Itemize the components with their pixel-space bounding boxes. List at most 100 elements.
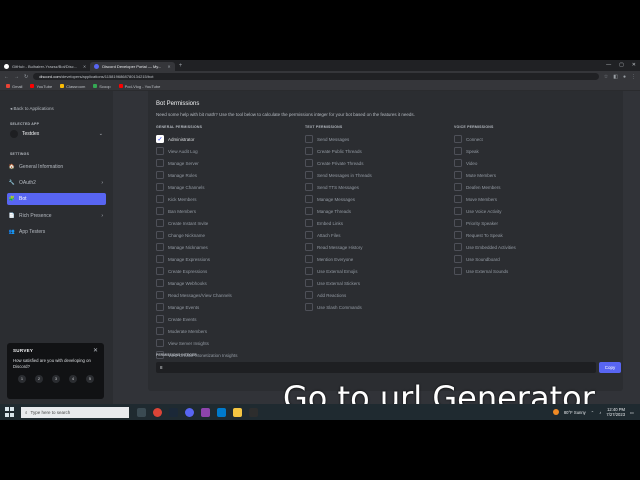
app-icon[interactable] bbox=[201, 407, 210, 417]
volume-icon[interactable]: ♪ bbox=[599, 410, 601, 415]
checkbox-icon[interactable] bbox=[305, 219, 313, 227]
permission-checkbox[interactable]: Mute Members bbox=[454, 169, 516, 181]
permissions-integer-field[interactable]: 8 bbox=[156, 362, 596, 373]
checkbox-icon[interactable] bbox=[454, 171, 462, 179]
steam-icon[interactable] bbox=[169, 407, 178, 417]
permission-checkbox[interactable]: Manage Channels bbox=[156, 181, 237, 193]
new-tab-icon[interactable]: + bbox=[179, 63, 183, 69]
permission-checkbox[interactable]: Mention Everyone bbox=[305, 253, 372, 265]
menu-icon[interactable]: ⋮ bbox=[631, 74, 636, 80]
extensions-icon[interactable]: ◧ bbox=[613, 74, 618, 80]
checkbox-icon[interactable] bbox=[156, 207, 164, 215]
permission-checkbox[interactable]: Deafen Members bbox=[454, 181, 516, 193]
checkbox-icon[interactable] bbox=[305, 231, 313, 239]
back-arrow-icon[interactable]: ← bbox=[4, 74, 9, 80]
browser-tab-github[interactable]: GitHub - Bulhalrer-Yrazsz/Bot/Disc... ✕ bbox=[0, 62, 90, 71]
permission-checkbox[interactable]: Create Public Threads bbox=[305, 145, 372, 157]
checkbox-icon[interactable] bbox=[454, 267, 462, 275]
checkbox-icon[interactable] bbox=[305, 135, 313, 143]
profile-icon[interactable]: ● bbox=[623, 74, 626, 80]
checkbox-icon[interactable] bbox=[156, 171, 164, 179]
checkbox-icon[interactable] bbox=[156, 339, 164, 347]
permission-checkbox[interactable]: Use Embedded Activities bbox=[454, 241, 516, 253]
permission-checkbox[interactable]: Use External Stickers bbox=[305, 277, 372, 289]
checkbox-icon[interactable] bbox=[156, 195, 164, 203]
close-icon[interactable]: ✕ bbox=[83, 64, 86, 69]
discord-icon[interactable] bbox=[185, 407, 194, 417]
sidebar-item-bot[interactable]: 🧩 Bot bbox=[7, 193, 106, 206]
sidebar-item-rich-presence[interactable]: 📄 Rich Presence › bbox=[7, 210, 106, 222]
sidebar-item-app-testers[interactable]: 👥 App Testers bbox=[7, 226, 106, 238]
survey-option[interactable]: 3 bbox=[52, 375, 60, 383]
permission-checkbox[interactable]: View Audit Log bbox=[156, 145, 237, 157]
checkbox-icon[interactable] bbox=[305, 255, 313, 263]
checkbox-icon[interactable] bbox=[156, 315, 164, 323]
permission-checkbox[interactable]: Priority Speaker bbox=[454, 217, 516, 229]
permission-checkbox[interactable]: Manage Expressions bbox=[156, 253, 237, 265]
checkbox-icon[interactable] bbox=[454, 219, 462, 227]
url-input[interactable]: discord.com /developers/applications/115… bbox=[33, 73, 599, 80]
checkbox-icon[interactable] bbox=[156, 159, 164, 167]
checkbox-icon[interactable] bbox=[305, 195, 313, 203]
permission-checkbox[interactable]: Move Members bbox=[454, 193, 516, 205]
checkbox-icon[interactable] bbox=[156, 147, 164, 155]
close-icon[interactable]: ✕ bbox=[167, 64, 170, 69]
permission-checkbox[interactable]: Manage Events bbox=[156, 301, 237, 313]
permission-checkbox[interactable]: Embed Links bbox=[305, 217, 372, 229]
survey-option[interactable]: 1 bbox=[18, 375, 26, 383]
close-icon[interactable]: ✕ bbox=[93, 347, 98, 354]
permission-checkbox[interactable]: Create Expressions bbox=[156, 265, 237, 277]
sidebar-item-general-information[interactable]: 🏠 General Information bbox=[7, 161, 106, 173]
checkbox-icon[interactable] bbox=[454, 195, 462, 203]
permission-checkbox[interactable]: Video bbox=[454, 157, 516, 169]
checkbox-icon[interactable] bbox=[305, 303, 313, 311]
checkbox-icon[interactable] bbox=[156, 219, 164, 227]
permission-checkbox[interactable]: Use Soundboard bbox=[454, 253, 516, 265]
permission-checkbox[interactable]: Read Message History bbox=[305, 241, 372, 253]
bookmark-gmail[interactable]: Gmail bbox=[6, 84, 22, 89]
permission-checkbox[interactable]: Manage Nicknames bbox=[156, 241, 237, 253]
permission-checkbox[interactable]: Use External Emojis bbox=[305, 265, 372, 277]
checkbox-icon[interactable] bbox=[454, 147, 462, 155]
permission-checkbox[interactable]: Ban Members bbox=[156, 205, 237, 217]
checkbox-icon[interactable] bbox=[156, 231, 164, 239]
clock[interactable]: 12:40 PM 7/27/2023 bbox=[606, 407, 625, 417]
permission-checkbox[interactable]: Moderate Members bbox=[156, 325, 237, 337]
checkbox-icon[interactable] bbox=[156, 267, 164, 275]
permission-checkbox[interactable]: Kick Members bbox=[156, 193, 237, 205]
permission-checkbox[interactable]: Manage Server bbox=[156, 157, 237, 169]
checkbox-icon[interactable] bbox=[156, 183, 164, 191]
permission-checkbox[interactable]: Manage Messages bbox=[305, 193, 372, 205]
checkbox-icon[interactable] bbox=[156, 303, 164, 311]
survey-option[interactable]: 2 bbox=[35, 375, 43, 383]
checkbox-icon[interactable] bbox=[305, 267, 313, 275]
notifications-icon[interactable]: ▭ bbox=[630, 410, 634, 415]
permission-checkbox[interactable]: Attach Files bbox=[305, 229, 372, 241]
permission-checkbox[interactable]: Use Slash Commands bbox=[305, 301, 372, 313]
sidebar-item-oauth2[interactable]: 🔧 OAuth2 › bbox=[7, 177, 106, 189]
taskbar-search-input[interactable]: ⌕ Type here to search bbox=[21, 406, 129, 418]
close-window-icon[interactable]: ✕ bbox=[632, 62, 636, 68]
checkbox-icon[interactable] bbox=[305, 291, 313, 299]
permission-checkbox[interactable]: Send TTS Messages bbox=[305, 181, 372, 193]
checkbox-icon[interactable]: ✓ bbox=[156, 135, 164, 143]
checkbox-icon[interactable] bbox=[454, 135, 462, 143]
permission-checkbox[interactable]: Create Events bbox=[156, 313, 237, 325]
permission-checkbox[interactable]: Send Messages in Threads bbox=[305, 169, 372, 181]
permission-checkbox[interactable]: Add Reactions bbox=[305, 289, 372, 301]
permission-checkbox[interactable]: Use Voice Activity bbox=[454, 205, 516, 217]
permission-checkbox[interactable]: Request To Speak bbox=[454, 229, 516, 241]
permission-checkbox[interactable]: Change Nickname bbox=[156, 229, 237, 241]
bookmark-youtube[interactable]: YouTube bbox=[30, 84, 52, 89]
checkbox-icon[interactable] bbox=[305, 183, 313, 191]
windows-start-icon[interactable] bbox=[5, 407, 15, 417]
task-view-icon[interactable] bbox=[137, 407, 146, 417]
back-to-applications-link[interactable]: ◂ Back to Applications bbox=[10, 106, 54, 112]
survey-option[interactable]: 4 bbox=[69, 375, 77, 383]
checkbox-icon[interactable] bbox=[156, 291, 164, 299]
bookmark-pod-vlog[interactable]: Pod-Vlog - YouTube bbox=[118, 84, 160, 89]
checkbox-icon[interactable] bbox=[156, 255, 164, 263]
permission-checkbox[interactable]: Create Instant Invite bbox=[156, 217, 237, 229]
network-icon[interactable]: ⌃ bbox=[591, 410, 595, 415]
permission-checkbox[interactable]: ✓ Administrator bbox=[156, 133, 237, 145]
